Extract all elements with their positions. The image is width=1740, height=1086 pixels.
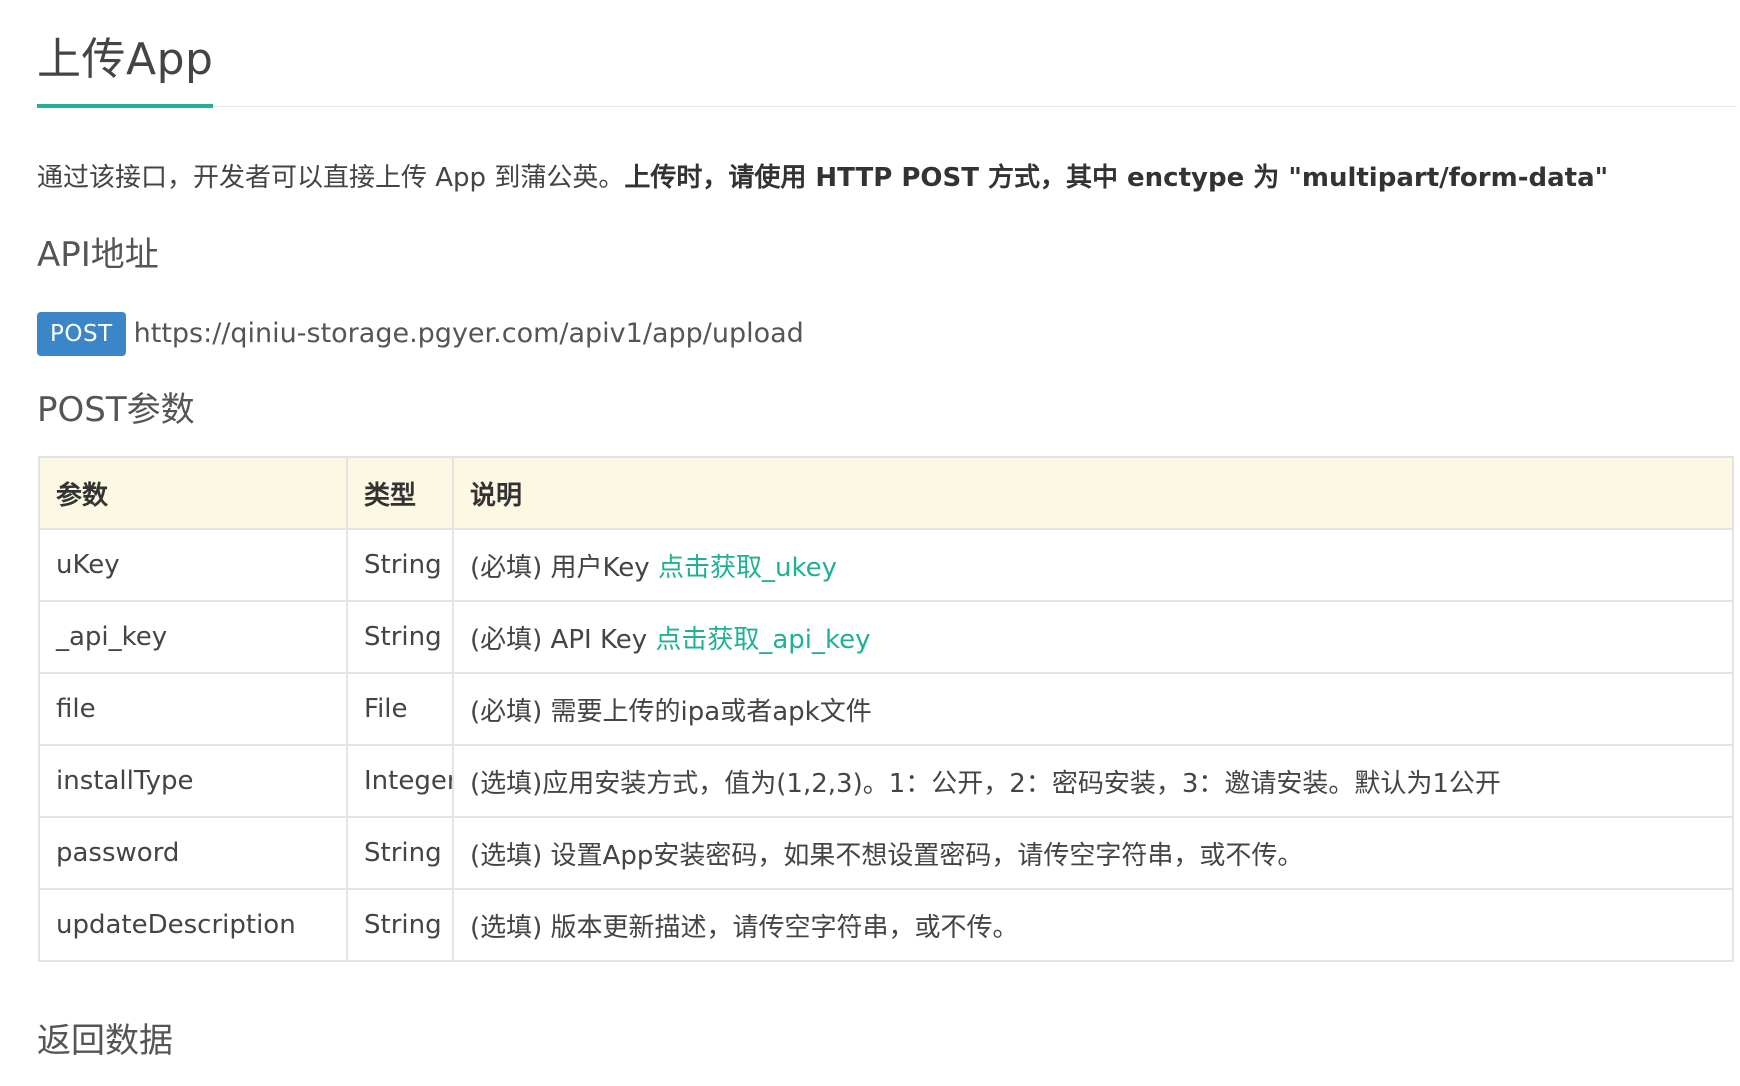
param-desc-text: (必填) 用户Key (470, 552, 658, 583)
param-name-cell: file (38, 672, 348, 746)
get-api-key-link[interactable]: 点击获取_api_key (655, 625, 870, 655)
section-heading-post-params: POST参数 (37, 390, 195, 430)
doc-page: 上传App 通过该接口，开发者可以直接上传 App 到蒲公英。上传时，请使用 H… (0, 0, 1740, 1086)
param-name-cell: updateDescription (38, 888, 348, 962)
param-name-cell: password (38, 816, 348, 890)
column-header-type: 类型 (346, 456, 454, 530)
param-name-cell: uKey (38, 528, 348, 602)
param-desc-cell: (必填) API Key 点击获取_api_key (452, 600, 1734, 674)
title-divider (37, 106, 1737, 107)
section-heading-api-address: API地址 (37, 235, 159, 275)
param-desc-cell: (选填) 版本更新描述，请传空字符串，或不传。 (452, 888, 1734, 962)
param-desc-cell: (选填)应用安装方式，值为(1,2,3)。1：公开，2：密码安装，3：邀请安装。… (452, 744, 1734, 818)
intro-text: 通过该接口，开发者可以直接上传 App 到蒲公英。 (37, 163, 625, 193)
http-method-badge: POST (37, 312, 126, 356)
param-type-cell: String (346, 600, 454, 674)
param-desc-cell: (必填) 需要上传的ipa或者apk文件 (452, 672, 1734, 746)
param-desc-text: (必填) API Key (470, 624, 656, 655)
column-header-param: 参数 (38, 456, 348, 530)
params-table-header-row: 参数 类型 说明 (38, 456, 1734, 530)
api-endpoint: POST https://qiniu-storage.pgyer.com/api… (37, 311, 804, 357)
table-row: uKey String (必填) 用户Key 点击获取_ukey (38, 528, 1734, 602)
param-name-cell: installType (38, 744, 348, 818)
get-ukey-link[interactable]: 点击获取_ukey (658, 553, 837, 583)
params-table: 参数 类型 说明 uKey String (必填) 用户Key 点击获取_uke… (38, 456, 1734, 962)
api-url: https://qiniu-storage.pgyer.com/apiv1/ap… (133, 318, 804, 349)
param-type-cell: Integer (346, 744, 454, 818)
param-desc-cell: (必填) 用户Key 点击获取_ukey (452, 528, 1734, 602)
table-row: installType Integer (选填)应用安装方式，值为(1,2,3)… (38, 744, 1734, 818)
section-heading-return-data: 返回数据 (37, 1021, 173, 1061)
page-title: 上传App (37, 34, 214, 85)
param-name-cell: _api_key (38, 600, 348, 674)
intro-emphasis: 上传时，请使用 HTTP POST 方式，其中 enctype 为 "multi… (624, 163, 1609, 193)
param-desc-cell: (选填) 设置App安装密码，如果不想设置密码，请传空字符串，或不传。 (452, 816, 1734, 890)
table-row: password String (选填) 设置App安装密码，如果不想设置密码，… (38, 816, 1734, 890)
param-type-cell: String (346, 528, 454, 602)
table-row: updateDescription String (选填) 版本更新描述，请传空… (38, 888, 1734, 962)
table-row: _api_key String (必填) API Key 点击获取_api_ke… (38, 600, 1734, 674)
table-row: file File (必填) 需要上传的ipa或者apk文件 (38, 672, 1734, 746)
title-accent-underline (37, 104, 213, 108)
param-type-cell: String (346, 816, 454, 890)
param-type-cell: String (346, 888, 454, 962)
intro-paragraph: 通过该接口，开发者可以直接上传 App 到蒲公英。上传时，请使用 HTTP PO… (37, 156, 1608, 200)
column-header-description: 说明 (452, 456, 1734, 530)
param-type-cell: File (346, 672, 454, 746)
